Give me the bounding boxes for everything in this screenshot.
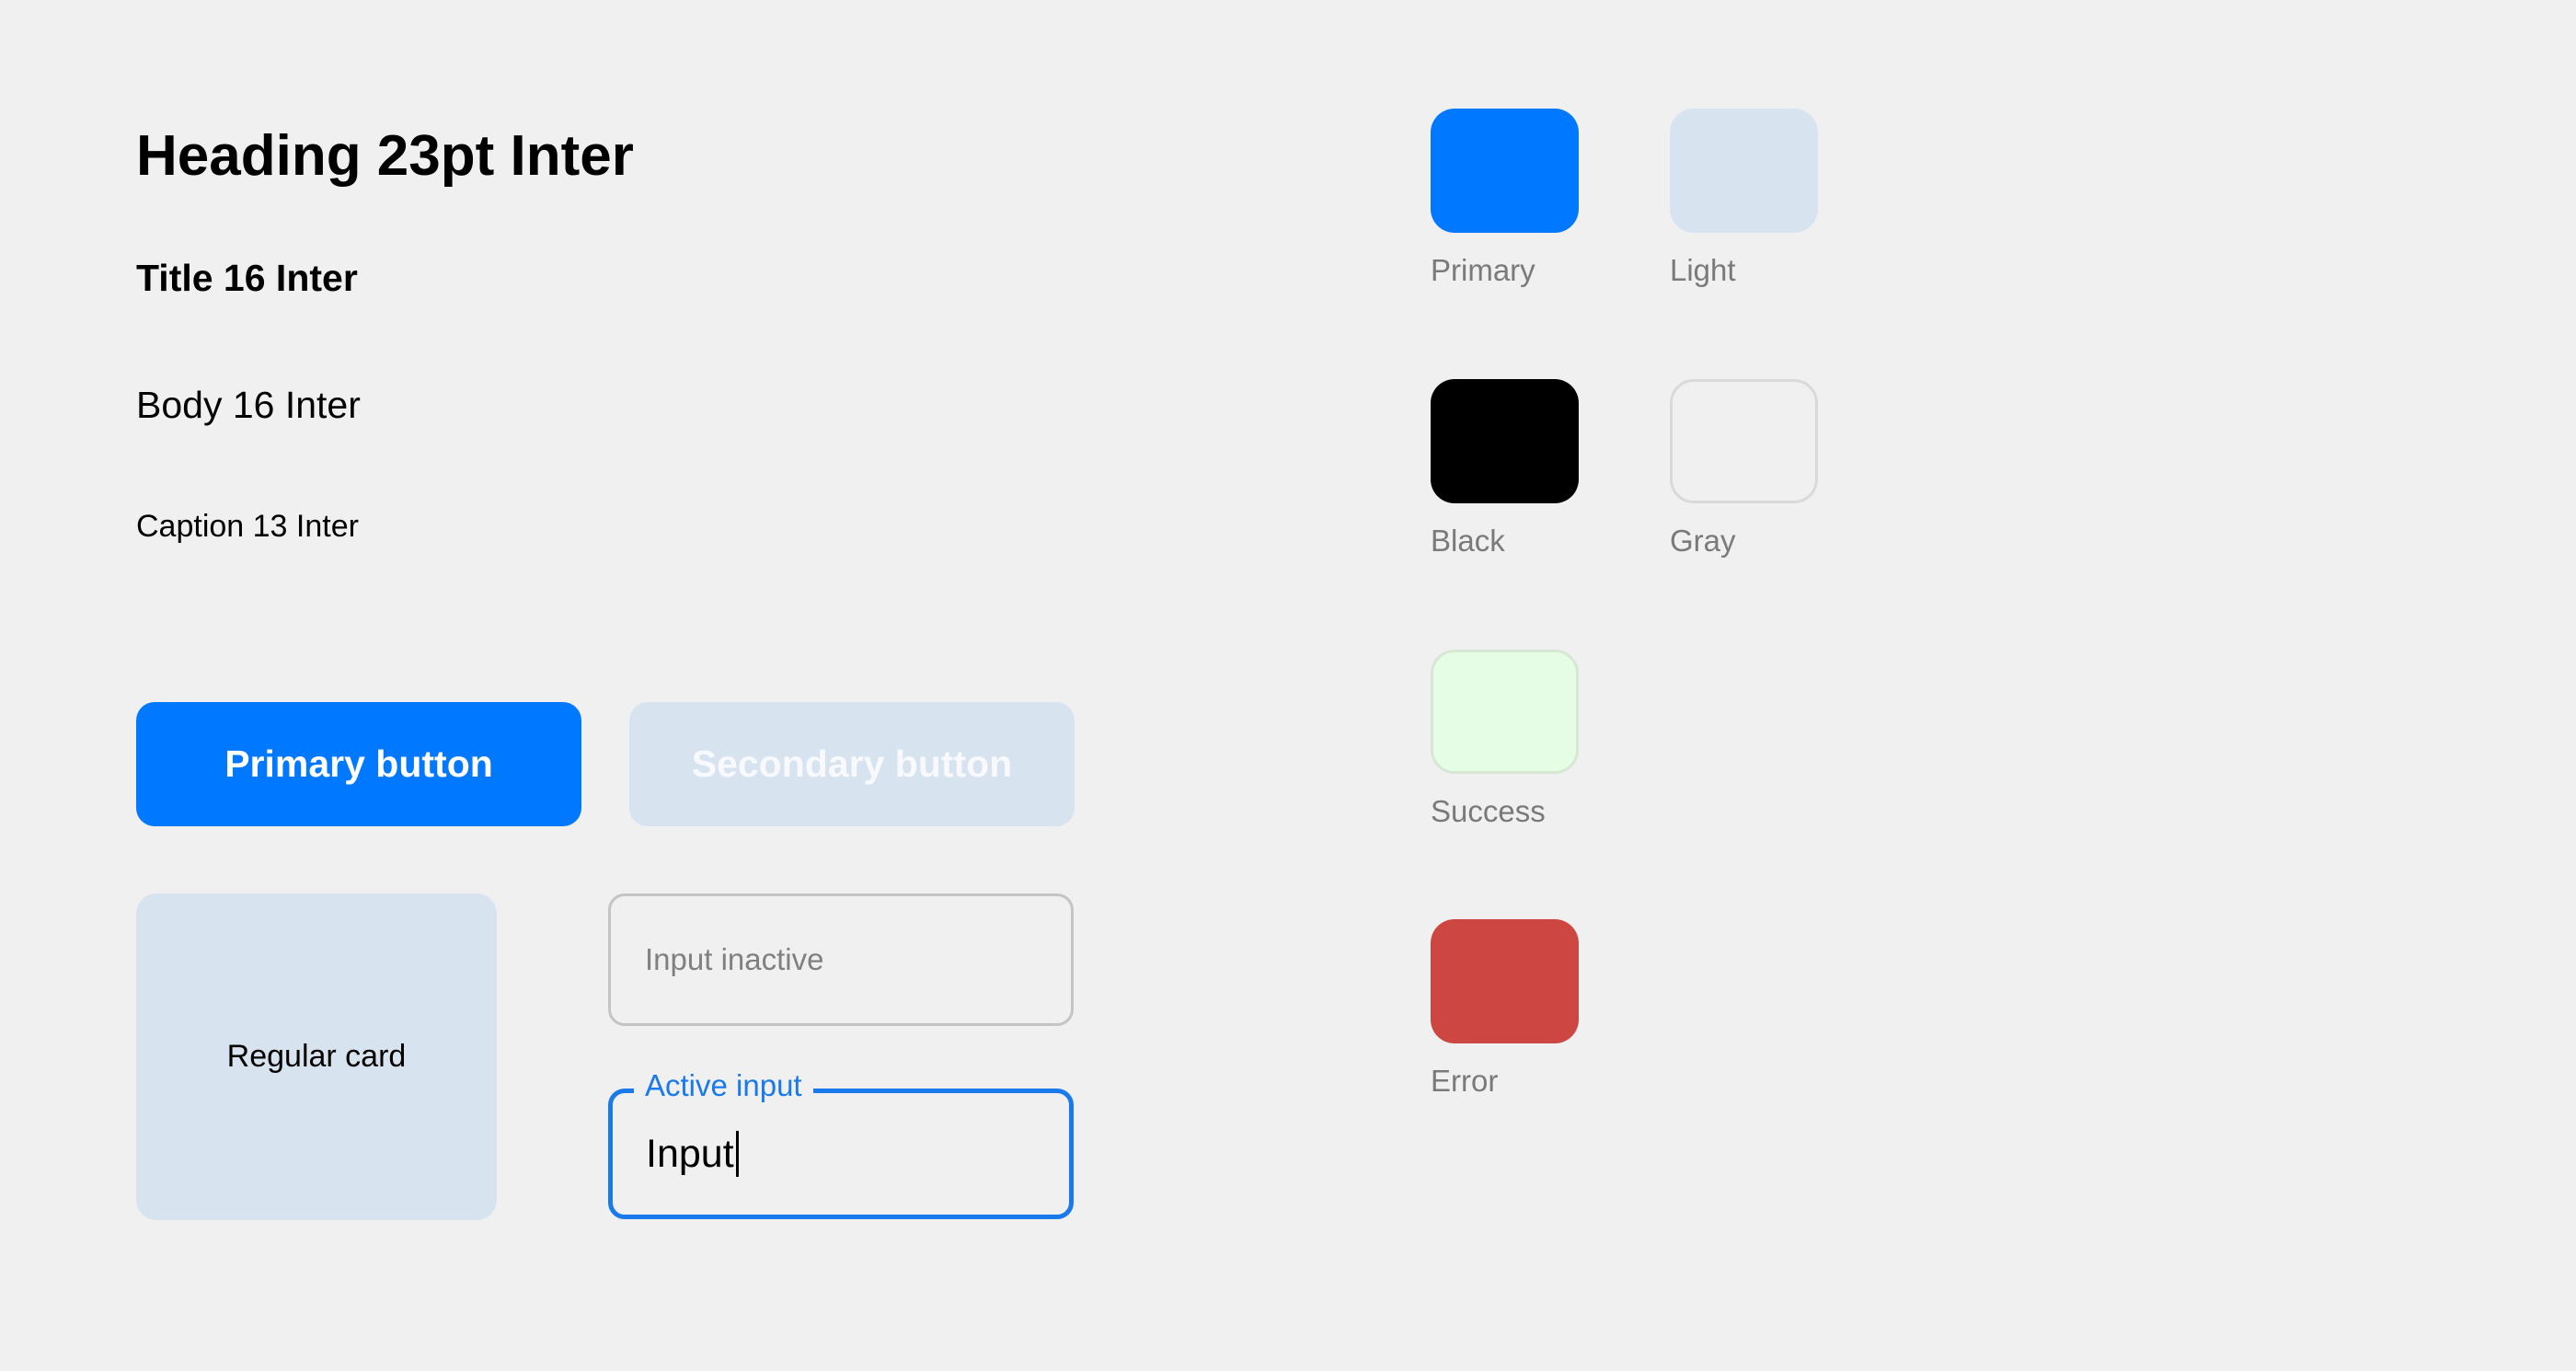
card-label: Regular card	[226, 1039, 407, 1074]
swatch-label-success: Success	[1431, 794, 1546, 828]
swatch-primary	[1431, 109, 1579, 233]
swatch-label-primary: Primary	[1431, 253, 1535, 287]
inactive-input-placeholder: Input inactive	[645, 942, 824, 976]
swatch-light	[1670, 109, 1818, 233]
swatch-label-gray: Gray	[1670, 524, 1736, 558]
body-sample: Body 16 Inter	[136, 384, 361, 426]
swatch-success	[1431, 650, 1579, 774]
active-input[interactable]: Input	[608, 1089, 1074, 1219]
regular-card: Regular card	[136, 893, 497, 1220]
swatch-error	[1431, 919, 1579, 1043]
heading-sample: Heading 23pt Inter	[136, 124, 634, 188]
secondary-button[interactable]: Secondary button	[629, 702, 1075, 826]
title-sample: Title 16 Inter	[136, 257, 358, 299]
swatch-label-light: Light	[1670, 253, 1736, 287]
active-input-label: Active input	[634, 1067, 813, 1104]
active-input-value: Input	[646, 1131, 734, 1176]
caption-sample: Caption 13 Inter	[136, 509, 359, 544]
swatch-label-error: Error	[1431, 1064, 1499, 1098]
swatch-black	[1431, 379, 1579, 503]
swatch-label-black: Black	[1431, 524, 1505, 558]
primary-button[interactable]: Primary button	[136, 702, 581, 826]
swatch-gray	[1670, 379, 1818, 503]
text-caret	[735, 1131, 739, 1177]
inactive-input[interactable]: Input inactive	[608, 893, 1074, 1026]
